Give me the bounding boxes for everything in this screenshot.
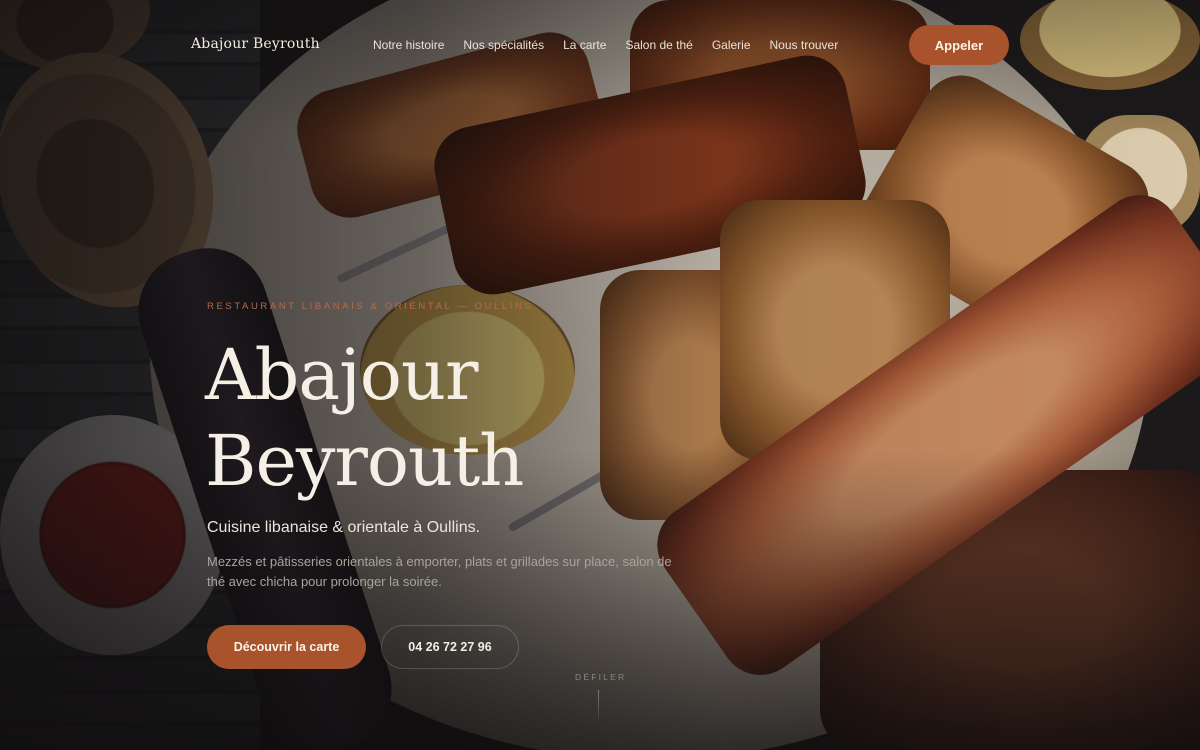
nav-item-galerie[interactable]: Galerie bbox=[712, 38, 751, 52]
call-button[interactable]: Appeler bbox=[909, 25, 1009, 65]
main-nav: Notre histoire Nos spécialités La carte … bbox=[373, 38, 838, 52]
nav-item-salon-de-the[interactable]: Salon de thé bbox=[625, 38, 692, 52]
brand-logo[interactable]: Abajour Beyrouth bbox=[191, 36, 320, 52]
scroll-indicator-label[interactable]: DÉFILER bbox=[575, 672, 626, 682]
dark-overlay bbox=[0, 0, 1200, 750]
hero-title-line-2: Beyrouth bbox=[205, 420, 524, 502]
hero-subtitle: Cuisine libanaise & orientale à Oullins. bbox=[207, 519, 481, 536]
hero-eyebrow: RESTAURANT LIBANAIS & ORIENTAL — OULLINS bbox=[207, 301, 534, 312]
nav-item-nous-trouver[interactable]: Nous trouver bbox=[770, 38, 839, 52]
hero-description: Mezzés et pâtisseries orientales à empor… bbox=[207, 554, 672, 589]
hero-background-photo bbox=[0, 0, 1200, 750]
hero-title-line-1: Abajour bbox=[205, 334, 479, 416]
phone-button[interactable]: 04 26 72 27 96 bbox=[381, 625, 519, 669]
nav-item-nos-specialites[interactable]: Nos spécialités bbox=[463, 38, 544, 52]
nav-item-la-carte[interactable]: La carte bbox=[563, 38, 606, 52]
nav-item-notre-histoire[interactable]: Notre histoire bbox=[373, 38, 444, 52]
hero-title: Abajour Beyrouth bbox=[205, 332, 524, 504]
scroll-indicator-line bbox=[598, 690, 599, 724]
discover-menu-button[interactable]: Découvrir la carte bbox=[207, 625, 366, 669]
